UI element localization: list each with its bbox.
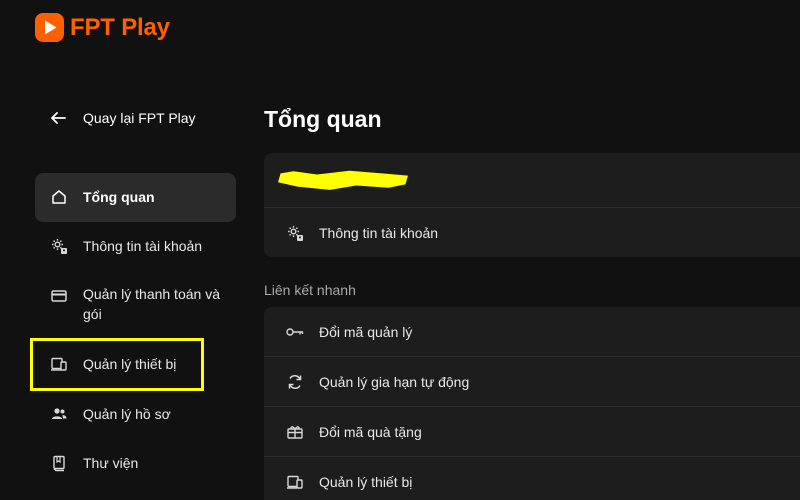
sidebar-nav: Tổng quan Thông tin tài khoản Quản lý th… [30,173,236,488]
manage-devices-link[interactable]: Quản lý thiết bị [264,457,800,500]
sidebar-item-label: Thư viện [83,455,139,471]
fpt-play-logo[interactable]: FPT Play [35,13,170,42]
devices-icon [49,354,69,374]
home-icon [49,187,69,207]
auto-renew-link[interactable]: Quản lý gia hạn tự động [264,357,800,407]
credit-card-icon [49,286,69,306]
account-gear-icon [285,223,305,243]
quick-link-label: Đổi mã quản lý [319,323,413,340]
library-icon [49,453,69,473]
key-icon [285,322,305,342]
account-card: Thông tin tài khoản [264,153,800,257]
sidebar-item-label: Quản lý thiết bị [83,356,177,372]
sidebar-item-account-info[interactable]: Thông tin tài khoản [35,222,236,271]
quick-links-heading: Liên kết nhanh [264,282,356,298]
page-title: Tổng quan [264,106,382,132]
sidebar-item-overview[interactable]: Tổng quan [35,173,236,222]
change-manage-code-link[interactable]: Đổi mã quản lý [264,307,800,357]
quick-link-label: Quản lý thiết bị [319,474,413,490]
sidebar-item-label: Quản lý thanh toán và gói [83,286,220,322]
account-info-link[interactable]: Thông tin tài khoản [264,208,800,257]
sidebar-item-label: Tổng quan [83,189,155,205]
profiles-icon [49,404,69,424]
arrow-left-icon [49,109,67,127]
gift-icon [285,422,305,442]
quick-links-card: Đổi mã quản lý Quản lý gia hạn tự động Đ… [264,307,800,500]
account-info-label: Thông tin tài khoản [319,225,439,241]
back-link[interactable]: Quay lại FPT Play [49,109,196,127]
account-gear-icon [49,236,69,256]
brand-name: FPT Play [70,13,170,41]
sidebar-item-library[interactable]: Thư viện [35,439,236,488]
devices-icon [285,472,305,492]
sidebar-item-payment[interactable]: Quản lý thanh toán và gói [35,271,236,341]
sidebar-item-profiles[interactable]: Quản lý hồ sơ [35,390,236,439]
sidebar-item-devices[interactable]: Quản lý thiết bị [30,338,236,391]
refresh-icon [285,372,305,392]
sidebar-item-label: Thông tin tài khoản [83,238,203,254]
quick-link-label: Quản lý gia hạn tự động [319,373,470,390]
play-logo-icon [35,13,64,42]
sidebar-item-label: Quản lý hồ sơ [83,406,171,422]
quick-link-label: Đổi mã quà tặng [319,423,422,440]
redeem-gift-code-link[interactable]: Đổi mã quà tặng [264,407,800,457]
redacted-account-name [278,170,408,190]
back-label: Quay lại FPT Play [83,110,196,126]
account-name-row [264,153,800,208]
